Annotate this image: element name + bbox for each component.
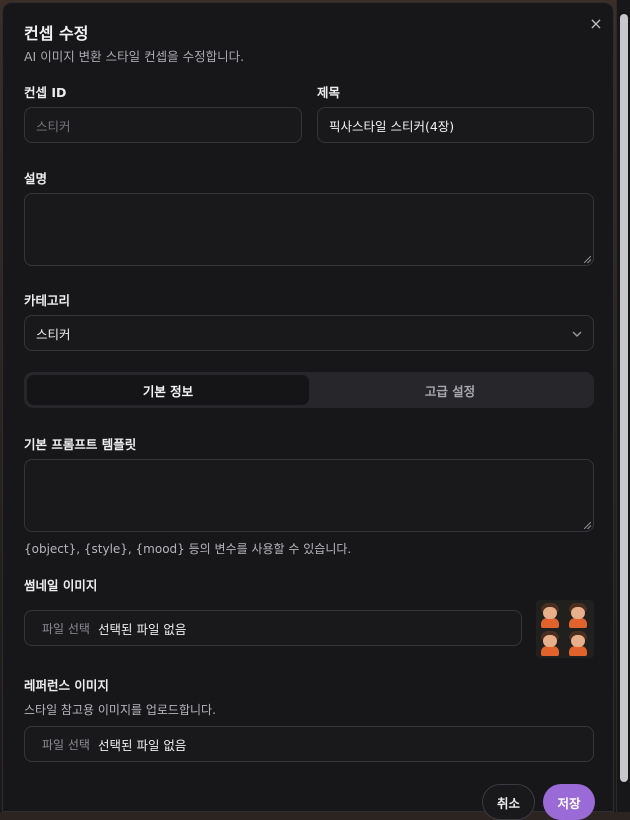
sticker-2 (566, 602, 593, 629)
resize-handle-icon[interactable] (584, 522, 591, 529)
tab-basic-info[interactable]: 기본 정보 (27, 375, 309, 405)
concept-id-label: 컨셉 ID (24, 85, 67, 100)
reference-file-input[interactable]: 파일 선택 선택된 파일 없음 (24, 726, 594, 762)
save-button[interactable]: 저장 (543, 784, 595, 820)
description-label: 설명 (24, 171, 48, 186)
description-textarea[interactable] (24, 193, 594, 266)
reference-label: 레퍼런스 이미지 (24, 678, 109, 693)
resize-handle-icon[interactable] (584, 256, 591, 263)
sticker-3 (538, 630, 565, 657)
chevron-down-icon (572, 327, 582, 340)
cancel-button[interactable]: 취소 (482, 784, 535, 820)
title-input[interactable]: 픽사스타일 스티커(4장) (317, 107, 594, 143)
thumbnail-file-status: 선택된 파일 없음 (97, 621, 187, 637)
close-icon[interactable]: × (586, 14, 606, 34)
title-input-value: 픽사스타일 스티커(4장) (329, 118, 455, 134)
prompt-template-helper: {object}, {style}, {mood} 등의 변수를 사용할 수 있… (24, 542, 352, 556)
reference-file-button[interactable]: 파일 선택 (42, 736, 90, 753)
category-label: 카테고리 (24, 293, 71, 308)
scrollbar-thumb[interactable] (620, 14, 628, 782)
dialog-title: 컨셉 수정 (24, 24, 89, 43)
tab-advanced-settings[interactable]: 고급 설정 (309, 375, 591, 405)
thumbnail-file-button[interactable]: 파일 선택 (42, 620, 90, 637)
sticker-4 (566, 630, 593, 657)
prompt-template-textarea[interactable] (24, 459, 594, 532)
dialog-subtitle: AI 이미지 변환 스타일 컨셉을 수정합니다. (24, 49, 245, 64)
thumbnail-label: 썸네일 이미지 (24, 578, 98, 593)
sticker-1 (538, 602, 565, 629)
reference-file-status: 선택된 파일 없음 (97, 737, 187, 753)
tab-list: 기본 정보 고급 설정 (24, 372, 594, 408)
concept-id-placeholder: 스티커 (36, 118, 71, 134)
thumbnail-preview (536, 600, 594, 658)
prompt-template-label: 기본 프롬프트 템플릿 (24, 437, 137, 452)
reference-helper: 스타일 참고용 이미지를 업로드합니다. (24, 703, 216, 717)
title-label: 제목 (317, 85, 341, 100)
thumbnail-file-input[interactable]: 파일 선택 선택된 파일 없음 (24, 610, 522, 646)
concept-id-input[interactable]: 스티커 (24, 107, 302, 143)
category-selected-value: 스티커 (36, 326, 71, 342)
category-select[interactable]: 스티커 (24, 315, 594, 351)
